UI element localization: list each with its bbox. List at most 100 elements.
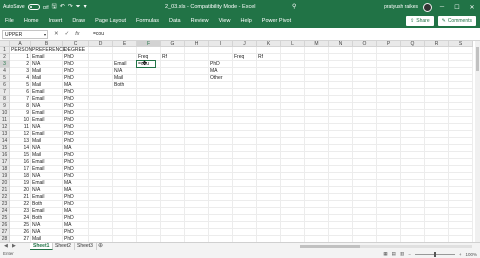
cell[interactable] [353,117,377,124]
cell-a1[interactable]: PERSON [10,47,32,54]
cell[interactable] [113,194,137,201]
cell[interactable] [329,173,353,180]
cell[interactable] [137,75,161,82]
cell[interactable] [401,68,425,75]
cell[interactable] [401,124,425,131]
cell[interactable] [305,54,329,61]
cell[interactable] [137,145,161,152]
cell[interactable] [113,201,137,208]
cell[interactable] [377,187,401,194]
cell[interactable] [185,103,209,110]
cell[interactable] [257,180,281,187]
filter-icon[interactable]: ⏷ [76,4,81,10]
row-header[interactable]: 24 [0,208,10,215]
cell[interactable] [209,110,233,117]
cell-c3[interactable]: PhD [63,61,89,68]
cell[interactable] [257,138,281,145]
sheet-tab-sheet1[interactable]: Sheet1 [30,243,54,250]
row-header[interactable]: 18 [0,166,10,173]
cell[interactable] [281,215,305,222]
cell[interactable] [113,222,137,229]
name-box[interactable]: UPPER ▾ [2,30,48,39]
cell-i3[interactable]: PhD [209,61,233,68]
cell[interactable] [353,201,377,208]
cell[interactable] [305,145,329,152]
cell[interactable] [401,145,425,152]
cell-c22[interactable]: PhD [63,194,89,201]
close-button[interactable]: ✕ [467,4,477,11]
cell[interactable] [89,201,113,208]
cell[interactable] [425,222,449,229]
cell[interactable] [425,215,449,222]
cell[interactable] [425,194,449,201]
tab-formulas[interactable]: Formulas [131,18,164,24]
cell[interactable] [89,54,113,61]
cell[interactable] [353,187,377,194]
cell[interactable] [449,166,473,173]
cell[interactable] [401,54,425,61]
cell[interactable] [329,117,353,124]
cell[interactable] [305,75,329,82]
cell[interactable] [425,68,449,75]
cell[interactable] [449,173,473,180]
cell[interactable] [257,145,281,152]
cell[interactable] [161,145,185,152]
cell[interactable] [137,180,161,187]
cell[interactable] [137,110,161,117]
cell[interactable] [281,82,305,89]
row-header[interactable]: 7 [0,89,10,96]
row-header[interactable]: 14 [0,138,10,145]
cell[interactable] [89,138,113,145]
cell[interactable] [329,110,353,117]
page-layout-icon[interactable]: ▤ [392,251,396,257]
cell-a10[interactable]: 9 [10,110,31,117]
cell[interactable] [281,222,305,229]
cell[interactable] [353,222,377,229]
row-header[interactable]: 1 [0,47,10,54]
cell-e3[interactable]: Email [113,61,137,68]
cell[interactable] [329,61,353,68]
formula-input[interactable]: =cou [90,30,475,39]
cell[interactable] [113,145,137,152]
cell[interactable] [233,75,257,82]
cell[interactable] [113,159,137,166]
cell[interactable] [185,166,209,173]
cell[interactable] [257,215,281,222]
cell-b26[interactable]: N/A [31,222,63,229]
cell[interactable] [257,117,281,124]
cell[interactable] [89,103,113,110]
cell[interactable] [233,110,257,117]
cell[interactable] [137,82,161,89]
cell[interactable] [305,166,329,173]
cell-a17[interactable]: 16 [10,159,31,166]
cell[interactable] [281,229,305,236]
cell[interactable] [161,166,185,173]
cell[interactable] [113,89,137,96]
cell[interactable] [185,138,209,145]
cell[interactable] [161,187,185,194]
cell[interactable] [377,173,401,180]
cell-c10[interactable]: PhD [63,110,89,117]
cell[interactable] [209,229,233,236]
sheet-tab-sheet3[interactable]: Sheet3 [74,243,97,250]
cell-b8[interactable]: Email [31,96,63,103]
cell-a7[interactable]: 6 [10,89,31,96]
share-button[interactable]: ⇪ Share [406,16,434,26]
cell[interactable] [257,173,281,180]
cell-a23[interactable]: 22 [10,201,31,208]
cell[interactable] [161,152,185,159]
cell-b21[interactable]: N/A [31,187,63,194]
cell[interactable] [161,47,185,54]
cell[interactable] [137,173,161,180]
cell[interactable] [449,68,473,75]
cell-c16[interactable]: PhD [63,152,89,159]
cell[interactable] [305,103,329,110]
tab-review[interactable]: Review [186,18,214,24]
cell[interactable] [161,110,185,117]
cell[interactable] [305,68,329,75]
cell[interactable] [233,229,257,236]
cell[interactable] [113,117,137,124]
cell[interactable] [137,96,161,103]
cell[interactable] [401,103,425,110]
cell[interactable] [185,82,209,89]
